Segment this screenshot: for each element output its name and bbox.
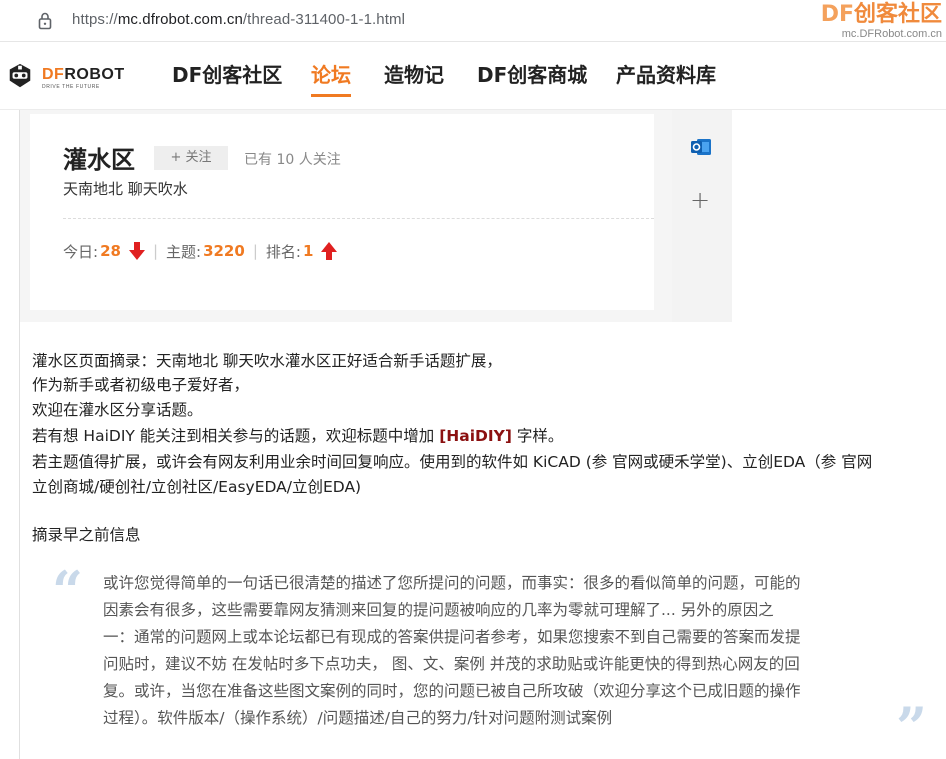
- watermark: DF创客社区 mc.DFRobot.com.cn: [821, 2, 942, 40]
- quote-close-icon: ”: [896, 695, 928, 759]
- watermark-df: DF: [820, 2, 854, 27]
- dfrobot-logo-icon: [9, 63, 31, 88]
- content-line: 作为新手或者初级电子爱好者，: [32, 376, 250, 394]
- forum-title: 灌水区: [63, 146, 135, 174]
- nav-item-community[interactable]: DF创客社区: [172, 59, 282, 95]
- outlook-icon[interactable]: [690, 136, 712, 158]
- quote-line: 过程）。软件版本/（操作系统）/问题描述/自己的努力/针对问题附测试案例: [103, 709, 613, 727]
- site-nav: DFROBOT DRIVE THE FUTURE DF创客社区 论坛 造物记 D…: [0, 42, 946, 110]
- divider: [63, 218, 654, 219]
- topics-value: 3220: [203, 242, 245, 260]
- url-scheme: https://: [72, 11, 118, 28]
- up-arrow-icon: [321, 242, 338, 260]
- nav-item-makelog[interactable]: 造物记: [384, 59, 444, 95]
- haidiy-suffix: 字样。: [512, 427, 564, 445]
- nav-item-store[interactable]: DF创客商城: [477, 59, 587, 95]
- watermark-title: DF创客社区: [821, 2, 942, 28]
- dfrobot-logo[interactable]: DFROBOT DRIVE THE FUTURE: [6, 60, 126, 94]
- quote-line: 问贴时，建议不妨 在发帖时多下点功夫， 图、文、案例 并茂的求助贴或许能更快的得…: [103, 655, 800, 673]
- forum-description: 天南地北 聊天吹水: [63, 180, 188, 198]
- haidiy-prefix: 若有想 HaiDIY 能关注到相关参与的话题，欢迎标题中增加: [32, 427, 440, 445]
- today-label: 今日:: [63, 242, 99, 261]
- quote-line: 复。或许，当您在准备这些图文案例的同时，您的问题已被自己所攻破（欢迎分享这个已成…: [103, 682, 801, 700]
- topics-label: 主题:: [166, 242, 202, 261]
- rank-value: 1: [302, 242, 314, 260]
- software-line: 若主题值得扩展，或许会有网友利用业余时间回复响应。使用到的软件如 KiCAD (…: [32, 453, 873, 471]
- logo-tagline: DRIVE THE FUTURE: [42, 84, 100, 90]
- address-bar[interactable]: https://mc.dfrobot.com.cn/thread-311400-…: [0, 0, 946, 42]
- haidiy-line: 若有想 HaiDIY 能关注到相关参与的话题，欢迎标题中增加 [HaiDIY] …: [32, 424, 563, 448]
- forum-stats: 今日: 28 | 主题: 3220 | 排名: 1: [63, 240, 338, 262]
- watermark-text: 创客社区: [853, 2, 942, 27]
- logo-df: DF: [42, 66, 65, 83]
- haidiy-tag: [HaiDIY]: [439, 427, 512, 445]
- rank-label: 排名:: [265, 242, 301, 261]
- down-arrow-icon: [128, 242, 145, 260]
- software-line: 立创商城/硬创社/立创社区/EasyEDA/立创EDA): [32, 478, 362, 496]
- plus-icon[interactable]: +: [690, 188, 710, 212]
- lock-icon[interactable]: [38, 12, 52, 30]
- quote-line: 因素会有很多，这些需要靠网友猜测来回复的提问题被响应的几率为零就可理解了... …: [103, 601, 774, 619]
- quote-open-icon: “: [52, 559, 84, 623]
- follow-button[interactable]: + 关注: [154, 146, 228, 170]
- today-value: 28: [100, 242, 121, 260]
- quote-line: 一：通常的问题网上或本论坛都已有现成的答案供提问者参考，如果您搜索不到自己需要的…: [103, 628, 801, 646]
- nav-item-product-library[interactable]: 产品资料库: [616, 59, 716, 95]
- content-line: 欢迎在灌水区分享话题。: [32, 401, 203, 419]
- quote-line: 或许您觉得简单的一句话已很清楚的描述了您所提问的问题，而事实：很多的看似简单的问…: [103, 574, 801, 592]
- url-host: mc.dfrobot.com.cn: [117, 11, 243, 28]
- followers-count: 已有 10 人关注: [244, 152, 341, 168]
- url-text[interactable]: https://mc.dfrobot.com.cn/thread-311400-…: [72, 11, 405, 28]
- logo-text: DFROBOT: [42, 66, 125, 84]
- nav-item-forum[interactable]: 论坛: [311, 59, 351, 97]
- url-path: /thread-311400-1-1.html: [242, 11, 406, 28]
- stats-separator: |: [252, 242, 258, 260]
- content-line: 灌水区页面摘录：天南地北 聊天吹水灌水区正好适合新手话题扩展，: [32, 352, 502, 370]
- watermark-sub: mc.DFRobot.com.cn: [841, 28, 942, 40]
- excerpt-heading: 摘录早之前信息: [32, 526, 141, 544]
- logo-robot: ROBOT: [64, 66, 125, 83]
- stats-separator: |: [152, 242, 158, 260]
